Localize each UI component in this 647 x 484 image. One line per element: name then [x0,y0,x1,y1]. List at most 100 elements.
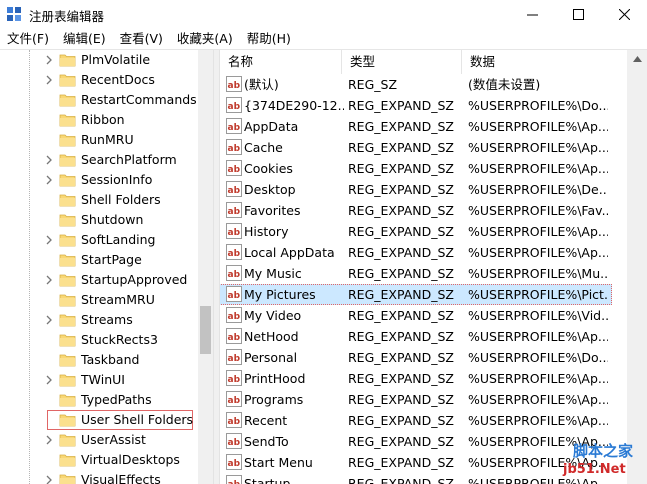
tree-scrollbar-thumb[interactable] [200,306,211,354]
tree-item[interactable]: UserAssist [0,430,198,450]
value-row[interactable]: ab Desktop REG_EXPAND_SZ %USERPROFILE%\De..… [220,179,627,200]
tree-scrollbar[interactable] [198,50,213,484]
expand-chevron-icon[interactable] [43,374,55,386]
watermark-cn: 脚本之家 [573,442,634,460]
value-type: REG_EXPAND_SZ [348,350,454,365]
value-name: Local AppData [244,245,335,260]
value-name: My Pictures [244,287,316,302]
value-row[interactable]: ab My Video REG_EXPAND_SZ %USERPROFILE%\Vid… [220,305,627,326]
value-type: REG_EXPAND_SZ [348,266,454,281]
column-header-name[interactable]: 名称 [220,50,342,74]
value-row[interactable]: ab Favorites REG_EXPAND_SZ %USERPROFILE%\Fa… [220,200,627,221]
menu-file[interactable]: 文件(F) [0,29,56,49]
tree-item[interactable]: RestartCommands [0,90,198,110]
string-value-icon: ab [226,412,242,428]
key-tree[interactable]: PlmVolatile RecentDocs RestartCommands Ribb… [0,50,213,484]
tree-item[interactable]: TWinUI [0,370,198,390]
tree-item[interactable]: Shutdown [0,210,198,230]
value-list[interactable]: 名称 类型 数据 ab (默认) REG_SZ (数值未设置) ab {374DE290-… [220,50,627,484]
expand-chevron-icon[interactable] [43,74,55,86]
value-type: REG_EXPAND_SZ [348,434,454,449]
close-button[interactable] [601,0,647,29]
tree-item-label: TypedPaths [81,392,152,407]
value-row[interactable]: ab Cache REG_EXPAND_SZ %USERPROFILE%\Ap... [220,137,627,158]
value-type: REG_EXPAND_SZ [348,455,454,470]
scroll-up-icon[interactable] [633,56,642,62]
value-row[interactable]: ab (默认) REG_SZ (数值未设置) [220,74,627,95]
svg-text:ab: ab [228,438,241,448]
tree-item[interactable]: Ribbon [0,110,198,130]
tree-item[interactable]: VisualEffects [0,470,198,484]
list-scrollbar[interactable] [627,50,647,484]
tree-item[interactable]: SearchPlatform [0,150,198,170]
minimize-button[interactable] [509,0,555,29]
tree-item[interactable]: StartPage [0,250,198,270]
value-row[interactable]: ab AppData REG_EXPAND_SZ %USERPROFILE%\Ap..… [220,116,627,137]
tree-item-label: Taskband [81,352,140,367]
column-header-data[interactable]: 数据 [462,50,627,74]
tree-item-label: StartupApproved [81,272,188,287]
expand-chevron-icon[interactable] [43,474,55,484]
value-row[interactable]: ab My Pictures REG_EXPAND_SZ %USERPROFILE%\… [220,284,627,305]
value-row[interactable]: ab {374DE290-12... REG_EXPAND_SZ %USERPROFI… [220,95,627,116]
tree-item[interactable]: StreamMRU [0,290,198,310]
value-type: REG_EXPAND_SZ [348,203,454,218]
tree-item[interactable]: SessionInfo [0,170,198,190]
expand-chevron-icon[interactable] [43,54,55,66]
tree-item[interactable]: StuckRects3 [0,330,198,350]
value-row[interactable]: ab NetHood REG_EXPAND_SZ %USERPROFILE%\Ap..… [220,326,627,347]
pane-splitter[interactable] [213,50,220,484]
svg-text:ab: ab [228,207,241,217]
tree-item[interactable]: SoftLanding [0,230,198,250]
tree-item-label: StuckRects3 [81,332,158,347]
folder-icon [59,334,76,347]
value-row[interactable]: ab History REG_EXPAND_SZ %USERPROFILE%\Ap..… [220,221,627,242]
tree-item[interactable]: RecentDocs [0,70,198,90]
value-row[interactable]: ab PrintHood REG_EXPAND_SZ %USERPROFILE%\Ap… [220,368,627,389]
maximize-icon [572,9,584,20]
value-row[interactable]: ab Programs REG_EXPAND_SZ %USERPROFILE%\Ap.… [220,389,627,410]
value-row[interactable]: ab Recent REG_EXPAND_SZ %USERPROFILE%\Ap... [220,410,627,431]
folder-icon [59,274,76,287]
tree-item-label: RunMRU [81,132,134,147]
menu-view[interactable]: 查看(V) [113,29,170,49]
expand-chevron-icon[interactable] [43,174,55,186]
folder-icon [59,114,76,127]
maximize-button[interactable] [555,0,601,29]
tree-item[interactable]: PlmVolatile [0,50,198,70]
menu-favorites[interactable]: 收藏夹(A) [170,29,240,49]
tree-item[interactable]: VirtualDesktops [0,450,198,470]
expand-chevron-icon[interactable] [43,314,55,326]
tree-item[interactable]: RunMRU [0,130,198,150]
tree-item[interactable]: StartupApproved [0,270,198,290]
expand-chevron-icon[interactable] [43,234,55,246]
svg-text:ab: ab [228,228,241,238]
menu-help[interactable]: 帮助(H) [240,29,298,49]
folder-icon [59,294,76,307]
string-value-icon: ab [226,286,242,302]
list-header: 名称 类型 数据 [220,50,627,74]
tree-item[interactable]: User Shell Folders [0,410,198,430]
menu-edit[interactable]: 编辑(E) [56,29,113,49]
tree-item[interactable]: Shell Folders [0,190,198,210]
column-header-type[interactable]: 类型 [342,50,462,74]
folder-icon [59,74,76,87]
value-type: REG_EXPAND_SZ [348,140,454,155]
tree-item[interactable]: Streams [0,310,198,330]
value-row[interactable]: ab My Music REG_EXPAND_SZ %USERPROFILE%\Mu.… [220,263,627,284]
string-value-icon: ab [226,244,242,260]
tree-item[interactable]: Taskband [0,350,198,370]
value-row[interactable]: ab Personal REG_EXPAND_SZ %USERPROFILE%\Do.… [220,347,627,368]
value-row[interactable]: ab Cookies REG_EXPAND_SZ %USERPROFILE%\Ap..… [220,158,627,179]
folder-icon [59,194,76,207]
tree-item[interactable]: TypedPaths [0,390,198,410]
expand-chevron-icon[interactable] [43,434,55,446]
expand-chevron-icon[interactable] [43,274,55,286]
value-row[interactable]: ab Local AppData REG_EXPAND_SZ %USERPROFILE… [220,242,627,263]
string-value-icon: ab [226,391,242,407]
folder-icon [59,134,76,147]
value-type: REG_EXPAND_SZ [348,98,454,113]
value-name: Personal [244,350,298,365]
expand-chevron-icon[interactable] [43,154,55,166]
value-type: REG_EXPAND_SZ [348,392,454,407]
